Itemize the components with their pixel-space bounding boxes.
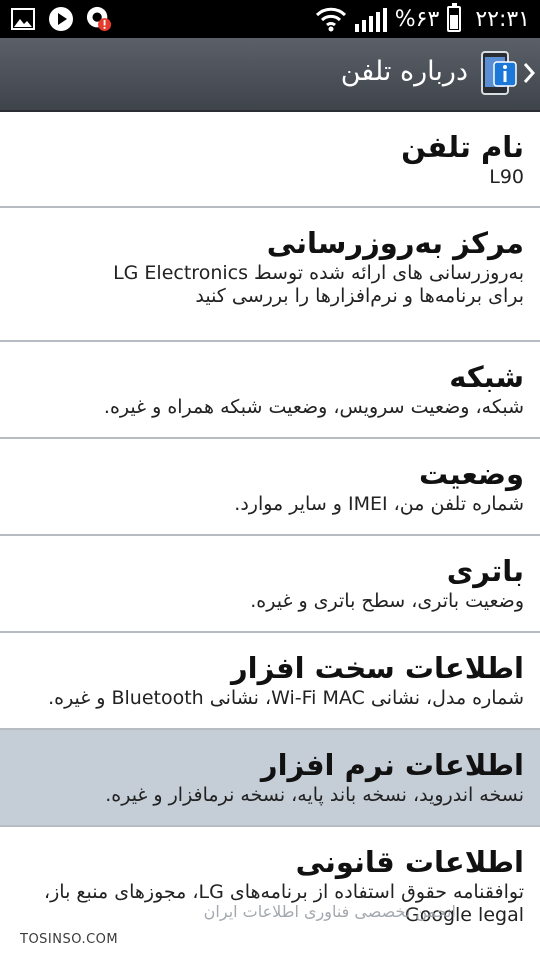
list-item-battery[interactable]: باتری وضعیت باتری، سطح باتری و غیره. xyxy=(0,536,540,633)
list-item-hardware-info[interactable]: اطلاعات سخت افزار شماره مدل، نشانی Wi-Fi… xyxy=(0,633,540,730)
item-title: اطلاعات نرم افزار xyxy=(260,748,524,782)
list-item-update-center[interactable]: مرکز به‌روزرسانی به‌روزرسانی های ارائه ش… xyxy=(0,208,540,342)
list-item-status[interactable]: وضعیت شماره تلفن من، IMEI و سایر موارد. xyxy=(0,439,540,536)
wifi-icon xyxy=(315,6,347,32)
item-subtitle: شبکه، وضعیت سرویس، وضعیت شبکه همراه و غی… xyxy=(103,396,524,418)
item-subtitle: شماره مدل، نشانی Wi-Fi MAC، نشانی Blueto… xyxy=(48,687,524,709)
list-item-legal-info[interactable]: اطلاعات قانونی توافقنامه حقوق استفاده از… xyxy=(0,827,540,949)
item-subtitle: به‌روزرسانی های ارائه شده توسط LG Electr… xyxy=(113,262,524,307)
list-item-network[interactable]: شبکه شبکه، وضعیت سرویس، وضعیت شبکه همراه… xyxy=(0,342,540,439)
notification-icons xyxy=(10,6,112,32)
item-subtitle: نسخه اندروید، نسخه باند پایه، نسخه نرماف… xyxy=(105,784,524,806)
page-title: درباره تلفن xyxy=(340,56,468,87)
watermark-site: TOSINSO.COM xyxy=(20,932,119,947)
battery-icon xyxy=(447,3,462,32)
item-title: وضعیت xyxy=(419,457,524,491)
battery-percent: %۶۳ xyxy=(394,6,440,32)
phone-info-icon[interactable] xyxy=(480,50,518,96)
image-icon xyxy=(10,6,36,32)
alert-icon xyxy=(86,6,112,32)
item-title: باتری xyxy=(446,554,524,588)
item-subtitle: شماره تلفن من، IMEI و سایر موارد. xyxy=(234,493,524,515)
signal-icon xyxy=(354,6,387,32)
item-title: اطلاعات قانونی xyxy=(295,845,524,879)
list-item-software-info[interactable]: اطلاعات نرم افزار نسخه اندروید، نسخه بان… xyxy=(0,730,540,827)
item-title: مرکز به‌روزرسانی xyxy=(266,226,524,260)
action-bar: درباره تلفن xyxy=(0,38,540,112)
chevron-right-icon[interactable] xyxy=(522,60,536,86)
item-title: نام تلفن xyxy=(401,130,524,164)
play-icon xyxy=(48,6,74,32)
system-indicators: %۶۳ ۲۲:۳۱ xyxy=(315,3,530,34)
status-bar: %۶۳ ۲۲:۳۱ xyxy=(0,0,540,38)
item-title: اطلاعات سخت افزار xyxy=(230,651,524,685)
watermark-overlay: انجمن تخصصی فناوری اطلاعات ایران xyxy=(203,902,456,921)
list-item-phone-name[interactable]: نام تلفن L90 xyxy=(0,112,540,208)
item-title: شبکه xyxy=(449,360,524,394)
clock: ۲۲:۳۱ xyxy=(475,6,530,32)
settings-list: نام تلفن L90 مرکز به‌روزرسانی به‌روزرسان… xyxy=(0,112,540,949)
item-subtitle: وضعیت باتری، سطح باتری و غیره. xyxy=(250,590,524,612)
item-subtitle: L90 xyxy=(489,166,524,188)
